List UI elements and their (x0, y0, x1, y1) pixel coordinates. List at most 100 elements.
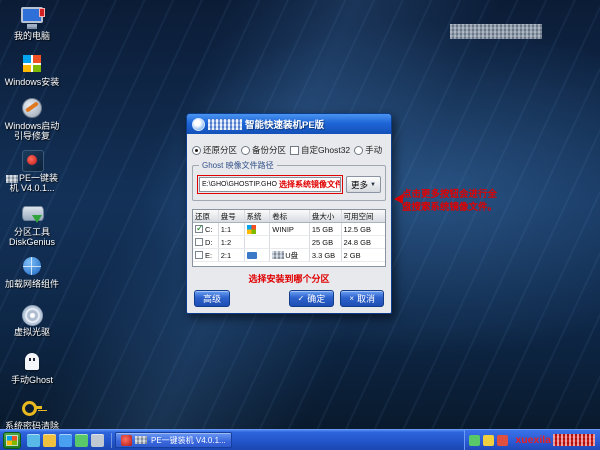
table-row[interactable]: D: 1:2 25 GB 24.8 GB (193, 236, 385, 249)
blurred-brand (6, 175, 18, 183)
diskgenius-icon (19, 202, 45, 226)
radio-restore-partition[interactable]: 还原分区 (192, 144, 237, 156)
radio-label: 备份分区 (252, 144, 286, 156)
annotation-text: 点击更多按钮会进行全 盘搜索系统镜像文件。 (402, 188, 502, 214)
icon-label: 手动Ghost (2, 375, 62, 385)
quick-launch (27, 434, 104, 447)
quick-launch-icon[interactable] (27, 434, 40, 447)
restore-checkbox[interactable] (195, 238, 203, 246)
blurred-watermark (450, 24, 542, 39)
blurred-brand (208, 119, 242, 130)
onekey-install-icon (19, 148, 45, 172)
blurred-watermark (553, 434, 595, 446)
radio-backup-partition[interactable]: 备份分区 (241, 144, 286, 156)
header-restore[interactable]: 还原 (193, 210, 219, 222)
more-button[interactable]: 更多 ▼ (346, 176, 381, 193)
windows-flag-icon (7, 436, 17, 445)
red-highlight-box: E:\GHO\GHOSTIP.GHO 选择系统镜像文件 ▼ (197, 175, 343, 194)
ok-button[interactable]: ✓ 确定 (289, 290, 335, 307)
button-row: 高级 ✓ 确定 × 取消 (192, 290, 386, 307)
dialog-title: 智能快速装机PE版 (245, 117, 324, 131)
header-system[interactable]: 系统 (245, 210, 271, 222)
usb-drive-icon (247, 252, 257, 259)
image-path-hint: 选择系统镜像文件 (279, 179, 341, 190)
mode-options: 还原分区 备份分区 自定Ghost32 手动 (192, 144, 386, 156)
icon-label: 加载网络组件 (2, 279, 62, 289)
desktop-icon-onekey-install[interactable]: PE一键装机 V4.0.1... (2, 148, 62, 193)
install-dialog: 智能快速装机PE版 还原分区 备份分区 自定Ghost32 手动 (186, 113, 392, 314)
red-badge-icon (39, 8, 45, 17)
network-icon (19, 254, 45, 278)
close-icon: × (349, 294, 354, 303)
radio-icon (354, 146, 363, 155)
start-button[interactable] (3, 432, 21, 449)
quick-launch-icon[interactable] (59, 434, 72, 447)
desktop-icon-diskgenius[interactable]: 分区工具 DiskGenius (2, 202, 62, 247)
icon-label: 分区工具 DiskGenius (2, 227, 62, 247)
quick-launch-icon[interactable] (75, 434, 88, 447)
blurred-brand (135, 436, 147, 444)
radio-manual[interactable]: 手动 (354, 144, 382, 156)
quick-launch-icon[interactable] (91, 434, 104, 447)
app-logo-icon (192, 118, 205, 131)
tray-icon[interactable] (469, 435, 480, 446)
annotation-arrow-icon (389, 194, 403, 204)
windows-logo-icon (247, 225, 256, 234)
tray-icon[interactable] (483, 435, 494, 446)
table-row[interactable]: E: 2:1 U盘 3.3 GB 2 GB (193, 249, 385, 262)
radio-label: 还原分区 (203, 144, 237, 156)
icon-label: Windows启动 引导修复 (2, 121, 62, 141)
taskbar: PE一键装机 V4.0.1... xuexila (0, 429, 600, 450)
desktop-icon-password-clear[interactable]: 系统密码清除 (2, 396, 62, 431)
restore-checkbox[interactable] (195, 251, 203, 259)
checkbox-custom-ghost32[interactable]: 自定Ghost32 (290, 144, 350, 156)
checkbox-icon (290, 146, 299, 155)
header-size[interactable]: 盘大小 (310, 210, 342, 222)
restore-checkbox[interactable] (195, 225, 203, 233)
checkbox-label: 自定Ghost32 (301, 144, 350, 156)
header-disk-num[interactable]: 盘号 (219, 210, 245, 222)
chevron-down-icon: ▼ (370, 182, 376, 188)
radio-label: 手动 (365, 144, 382, 156)
site-watermark: xuexila (515, 434, 595, 446)
quick-launch-icon[interactable] (43, 434, 56, 447)
desktop-icon-boot-repair[interactable]: Windows启动 引导修复 (2, 96, 62, 141)
table-row[interactable]: C: 1:1 WINIP 15 GB 12.5 GB (193, 223, 385, 236)
more-button-label: 更多 (351, 179, 368, 191)
partition-table: 还原 盘号 系统 卷标 盘大小 可用空间 C: 1:1 WINIP 15 GB … (192, 209, 386, 267)
tray-icon[interactable] (497, 435, 508, 446)
desktop-icon-windows-setup[interactable]: Windows安装 (2, 52, 62, 87)
image-path-value: E:\GHO\GHOSTIP.GHO (200, 181, 277, 188)
virtual-cd-icon (19, 302, 45, 326)
blurred-brand (272, 251, 284, 259)
check-icon: ✓ (298, 294, 305, 303)
icon-label: 我的电脑 (2, 31, 62, 41)
header-label[interactable]: 卷标 (270, 210, 310, 222)
table-header-row: 还原 盘号 系统 卷标 盘大小 可用空间 (193, 210, 385, 223)
header-free[interactable]: 可用空间 (342, 210, 386, 222)
image-path-groupbox: Ghost 映像文件路径 E:\GHO\GHOSTIP.GHO 选择系统镜像文件… (192, 165, 386, 201)
system-tray: xuexila (464, 430, 600, 450)
taskbar-divider (111, 433, 112, 448)
partition-hint-text: 选择安装到哪个分区 (192, 272, 386, 285)
dialog-titlebar[interactable]: 智能快速装机PE版 (187, 114, 391, 134)
image-path-combobox[interactable]: E:\GHO\GHOSTIP.GHO 选择系统镜像文件 ▼ (199, 177, 341, 192)
password-clear-icon (19, 396, 45, 420)
task-button[interactable]: PE一键装机 V4.0.1... (115, 432, 232, 448)
desktop-icon-my-computer[interactable]: 我的电脑 (2, 6, 62, 41)
advanced-button[interactable]: 高级 (194, 290, 230, 307)
desktop-icon-manual-ghost[interactable]: 手动Ghost (2, 350, 62, 385)
cancel-button[interactable]: × 取消 (340, 290, 384, 307)
ghost-icon (19, 350, 45, 374)
groupbox-label: Ghost 映像文件路径 (199, 160, 277, 171)
dialog-body: 还原分区 备份分区 自定Ghost32 手动 Ghost 映像文件路径 (187, 134, 391, 313)
radio-icon (192, 146, 201, 155)
my-computer-icon (19, 6, 45, 30)
boot-repair-icon (19, 96, 45, 120)
windows-setup-icon (19, 52, 45, 76)
path-row: E:\GHO\GHOSTIP.GHO 选择系统镜像文件 ▼ 更多 ▼ (197, 175, 381, 194)
desktop-icon-network[interactable]: 加载网络组件 (2, 254, 62, 289)
icon-label: Windows安装 (2, 77, 62, 87)
desktop-icon-virtual-cd[interactable]: 虚拟光驱 (2, 302, 62, 337)
icon-label: PE一键装机 V4.0.1... (2, 173, 62, 193)
